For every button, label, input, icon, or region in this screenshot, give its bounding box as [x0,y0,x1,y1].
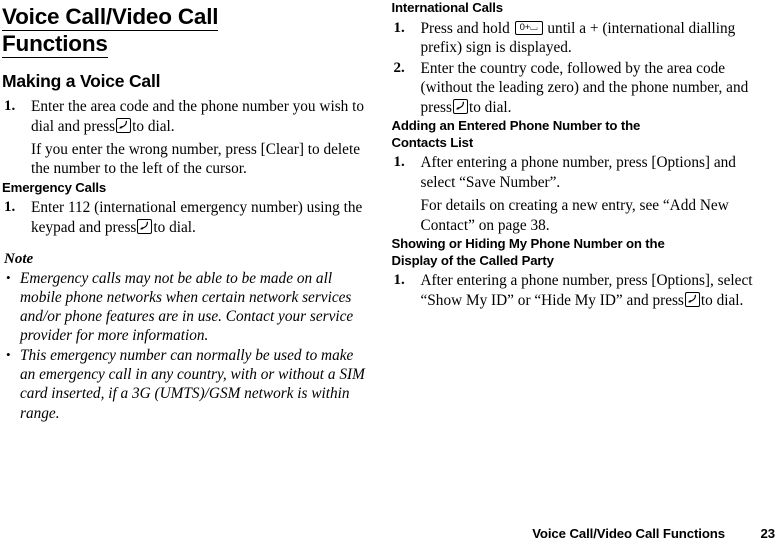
step-text: Enter 112 (international emergency numbe… [31,198,368,237]
send-key-icon [137,218,153,234]
page-title: Voice Call/Video Call Functions [2,4,368,58]
step-item: 1. Enter 112 (international emergency nu… [2,198,368,237]
step-text: Press and hold 0+⌴ until a + (internatio… [421,19,766,58]
note-label: Note [4,250,34,267]
zero-plus-key-icon: 0+⌴ [514,20,543,35]
step-item: 2. Enter the country code, followed by t… [392,59,766,118]
step-text-part-1: Enter 112 (international emergency numbe… [31,199,363,236]
step-extra-text: For details on creating a new entry, see… [420,197,729,234]
bullet-icon: • [6,269,11,285]
heading-showing-hiding-my-phone-number: Showing or Hiding My Phone Number on the… [392,236,766,269]
heading-line-1: Adding an Entered Phone Number to the [391,118,641,134]
step-text: After entering a phone number, press [Op… [421,271,766,310]
heading-making-a-voice-call: Making a Voice Call [2,71,161,91]
page-title-line-1: Voice Call/Video Call [2,4,219,31]
zero-plus-key-label: 0+⌴ [519,21,538,33]
note-text: Emergency calls may not be able to be ma… [20,269,354,345]
page-columns: Voice Call/Video Call Functions Making a… [0,0,783,505]
heading-line-1: Showing or Hiding My Phone Number on the [391,236,665,252]
step-text: Enter the country code, followed by the … [421,59,766,118]
step-extra-text: If you enter the wrong number, press [Cl… [31,140,361,178]
steps-making-a-voice-call: 1. Enter the area code and the phone num… [2,97,368,179]
manual-page: Voice Call/Video Call Functions Making a… [0,0,783,549]
heading-emergency-calls: Emergency Calls [2,179,107,195]
steps-adding-entered-phone-number: 1. After entering a phone number, press … [392,153,766,235]
steps-emergency-calls: 1. Enter 112 (international emergency nu… [2,198,368,237]
footer-chapter-title: Voice Call/Video Call Functions [532,526,725,541]
heading-line-2: Contacts List [391,134,474,150]
step-text-part-1: Enter the area code and the phone number… [31,98,365,135]
page-title-line-2: Functions [2,31,108,58]
step-text: Enter the area code and the phone number… [31,97,368,136]
step-text-part-2: to dial. [468,98,512,116]
footer-page-number: 23 [760,526,776,541]
right-column: International Calls 1. Press and hold 0+… [392,0,783,505]
left-column: Voice Call/Video Call Functions Making a… [0,0,392,505]
note-list: • Emergency calls may not be able to be … [2,269,368,423]
step-number: 1. [4,199,16,216]
step-item: 1. After entering a phone number, press … [392,153,766,235]
note-item: • Emergency calls may not be able to be … [4,269,368,346]
steps-international-calls: 1. Press and hold 0+⌴ until a + (interna… [392,19,766,118]
step-item: 1. After entering a phone number, press … [392,271,766,310]
step-text: After entering a phone number, press [Op… [420,154,736,192]
step-text-part-2: to dial. [132,117,175,135]
step-text-part-2: to dial. [700,291,744,309]
send-key-icon [116,117,132,133]
step-number: 1. [4,98,16,114]
heading-international-calls: International Calls [391,0,504,15]
steps-showing-hiding-my-phone-number: 1. After entering a phone number, press … [392,271,766,310]
heading-line-2: Display of the Called Party [391,252,554,268]
step-item: 1. Enter the area code and the phone num… [2,97,368,179]
page-footer: Voice Call/Video Call Functions 23 [0,524,783,544]
send-key-icon [452,98,468,114]
heading-adding-entered-phone-number: Adding an Entered Phone Number to the Co… [392,118,766,151]
note-text: This emergency number can normally be us… [20,346,365,422]
step-number: 1. [393,272,405,289]
bullet-icon: • [6,346,11,362]
step-text-part-1: Press and hold [420,19,510,37]
step-text-part-2: to dial. [153,218,196,236]
step-number: 2. [393,59,405,76]
step-item: 1. Press and hold 0+⌴ until a + (interna… [392,19,766,58]
step-number: 1. [393,154,405,171]
note-item: • This emergency number can normally be … [4,346,368,423]
send-key-icon [684,291,700,307]
step-number: 1. [393,19,405,36]
